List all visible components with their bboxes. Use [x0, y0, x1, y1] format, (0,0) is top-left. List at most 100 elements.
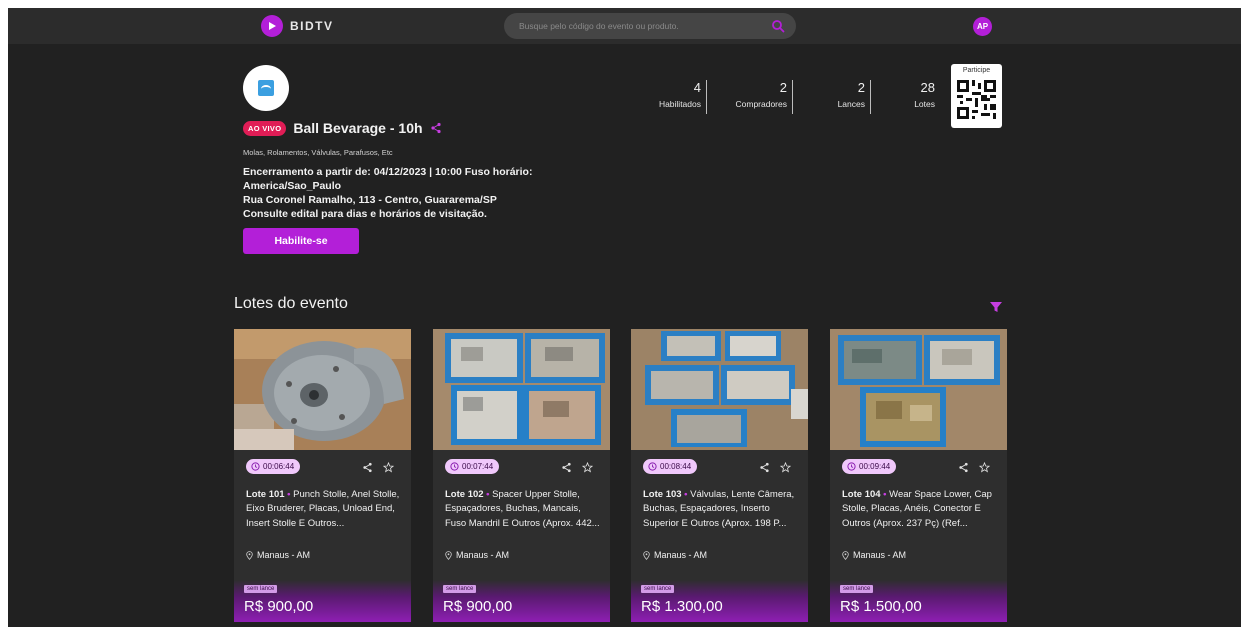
lot-description[interactable]: Lote 103 • Válvulas, Lente Câmera, Bucha… [643, 488, 801, 531]
location-text: Manaus - AM [257, 550, 311, 560]
lot-image[interactable] [234, 329, 411, 450]
lot-image[interactable] [631, 329, 808, 450]
card-actions [561, 460, 594, 473]
section-title: Lotes do evento [234, 295, 348, 312]
timer-value: 00:08:44 [660, 462, 692, 471]
lot-price: R$ 900,00 [244, 598, 314, 615]
star-icon[interactable] [779, 460, 792, 473]
lot-card[interactable]: 00:08:44 Lote 103 • Válvulas, Lente Câme… [631, 329, 808, 622]
stat-lotes: 28 Lotes [867, 80, 935, 109]
stat-value: 2 [779, 80, 787, 95]
timer-value: 00:09:44 [859, 462, 891, 471]
lot-code: Lote 103 [643, 489, 682, 500]
user-avatar[interactable]: AP [973, 17, 992, 36]
clock-icon [450, 462, 459, 471]
share-icon[interactable] [430, 122, 442, 134]
card-actions [958, 460, 991, 473]
lot-location: Manaus - AM [246, 550, 310, 560]
brand-name: BIDTV [290, 19, 334, 33]
location-pin-icon [445, 550, 452, 560]
lot-card[interactable]: 00:06:44 Lote 101 • Punch Stolle, Anel S… [234, 329, 411, 622]
filter-icon[interactable] [989, 300, 1003, 314]
card-actions [362, 460, 395, 473]
clock-icon [847, 462, 856, 471]
lot-description[interactable]: Lote 104 • Wear Space Lower, Cap Stolle,… [842, 488, 1000, 531]
bid-status-badge: sem lance [244, 585, 278, 593]
lot-description[interactable]: Lote 101 • Punch Stolle, Anel Stolle, Ei… [246, 488, 404, 531]
card-actions [759, 460, 792, 473]
stat-label: Lances [837, 99, 865, 109]
event-title: Ball Bevarage - 10h [293, 120, 423, 136]
live-badge: AO VIVO [243, 120, 287, 136]
qr-label: Participe [962, 67, 991, 74]
lot-price-bar: sem lance R$ 900,00 [234, 580, 411, 622]
lot-timer: 00:07:44 [445, 459, 500, 474]
lot-timer: 00:06:44 [246, 459, 301, 474]
lot-price: R$ 900,00 [443, 598, 513, 615]
participe-qr[interactable]: Participe [951, 64, 1002, 128]
location-text: Manaus - AM [654, 550, 708, 560]
event-info-line: Rua Coronel Ramalho, 113 - Centro, Guara… [243, 194, 497, 206]
play-logo-icon [261, 15, 283, 37]
timer-value: 00:07:44 [462, 462, 494, 471]
app-frame: BIDTV AP AO VIVO Ball Bevarage - 10h Mol… [8, 8, 1241, 627]
lot-code: Lote 101 [246, 489, 285, 500]
stat-label: Habilitados [658, 99, 701, 109]
search-bar [504, 13, 796, 39]
star-icon[interactable] [978, 460, 991, 473]
lot-image[interactable] [830, 329, 1007, 450]
location-pin-icon [842, 550, 849, 560]
star-icon[interactable] [581, 460, 594, 473]
lot-price-bar: sem lance R$ 1.500,00 [830, 580, 1007, 622]
stat-label: Compradores [735, 99, 788, 109]
event-info-line: America/Sao_Paulo [243, 180, 342, 192]
timer-value: 00:06:44 [263, 462, 295, 471]
event-stats: 4 Habilitados 2 Compradores 2 Lances 28 … [648, 80, 935, 114]
clock-icon [648, 462, 657, 471]
habilite-se-button[interactable]: Habilite-se [243, 228, 359, 254]
event-info: Encerramento a partir de: 04/12/2023 | 1… [243, 165, 573, 221]
search-icon[interactable] [771, 19, 785, 33]
lot-location: Manaus - AM [643, 550, 707, 560]
stat-lances: 2 Lances [797, 80, 871, 114]
event-categories: Molas, Rolamentos, Válvulas, Parafusos, … [243, 148, 393, 157]
stat-value: 28 [920, 80, 935, 95]
star-icon[interactable] [382, 460, 395, 473]
stat-value: 4 [693, 80, 701, 95]
event-title-row: AO VIVO Ball Bevarage - 10h [243, 120, 442, 136]
brand[interactable]: BIDTV [261, 15, 334, 37]
lot-timer: 00:08:44 [643, 459, 698, 474]
ball-logo-icon [258, 80, 274, 96]
lot-location: Manaus - AM [445, 550, 509, 560]
qr-code-icon [957, 80, 996, 119]
bid-status-badge: sem lance [641, 585, 675, 593]
share-icon[interactable] [561, 460, 572, 473]
search-input[interactable] [504, 13, 766, 39]
location-text: Manaus - AM [853, 550, 907, 560]
event-logo [243, 65, 289, 111]
share-icon[interactable] [362, 460, 373, 473]
lot-timer: 00:09:44 [842, 459, 897, 474]
location-text: Manaus - AM [456, 550, 510, 560]
lot-image[interactable] [433, 329, 610, 450]
share-icon[interactable] [958, 460, 969, 473]
event-info-line: Consulte edital para dias e horários de … [243, 208, 487, 220]
clock-icon [251, 462, 260, 471]
bid-status-badge: sem lance [840, 585, 874, 593]
lot-price: R$ 1.500,00 [840, 598, 922, 615]
lot-location: Manaus - AM [842, 550, 906, 560]
lot-description[interactable]: Lote 102 • Spacer Upper Stolle, Espaçado… [445, 488, 603, 531]
stat-value: 2 [857, 80, 865, 95]
location-pin-icon [643, 550, 650, 560]
lot-code: Lote 102 [445, 489, 484, 500]
lot-code: Lote 104 [842, 489, 881, 500]
bid-status-badge: sem lance [443, 585, 477, 593]
lot-price-bar: sem lance R$ 900,00 [433, 580, 610, 622]
lot-price: R$ 1.300,00 [641, 598, 723, 615]
share-icon[interactable] [759, 460, 770, 473]
location-pin-icon [246, 550, 253, 560]
stat-habilitados: 4 Habilitados [648, 80, 707, 114]
lot-card[interactable]: 00:07:44 Lote 102 • Spacer Upper Stolle,… [433, 329, 610, 622]
lot-price-bar: sem lance R$ 1.300,00 [631, 580, 808, 622]
lot-card[interactable]: 00:09:44 Lote 104 • Wear Space Lower, Ca… [830, 329, 1007, 622]
